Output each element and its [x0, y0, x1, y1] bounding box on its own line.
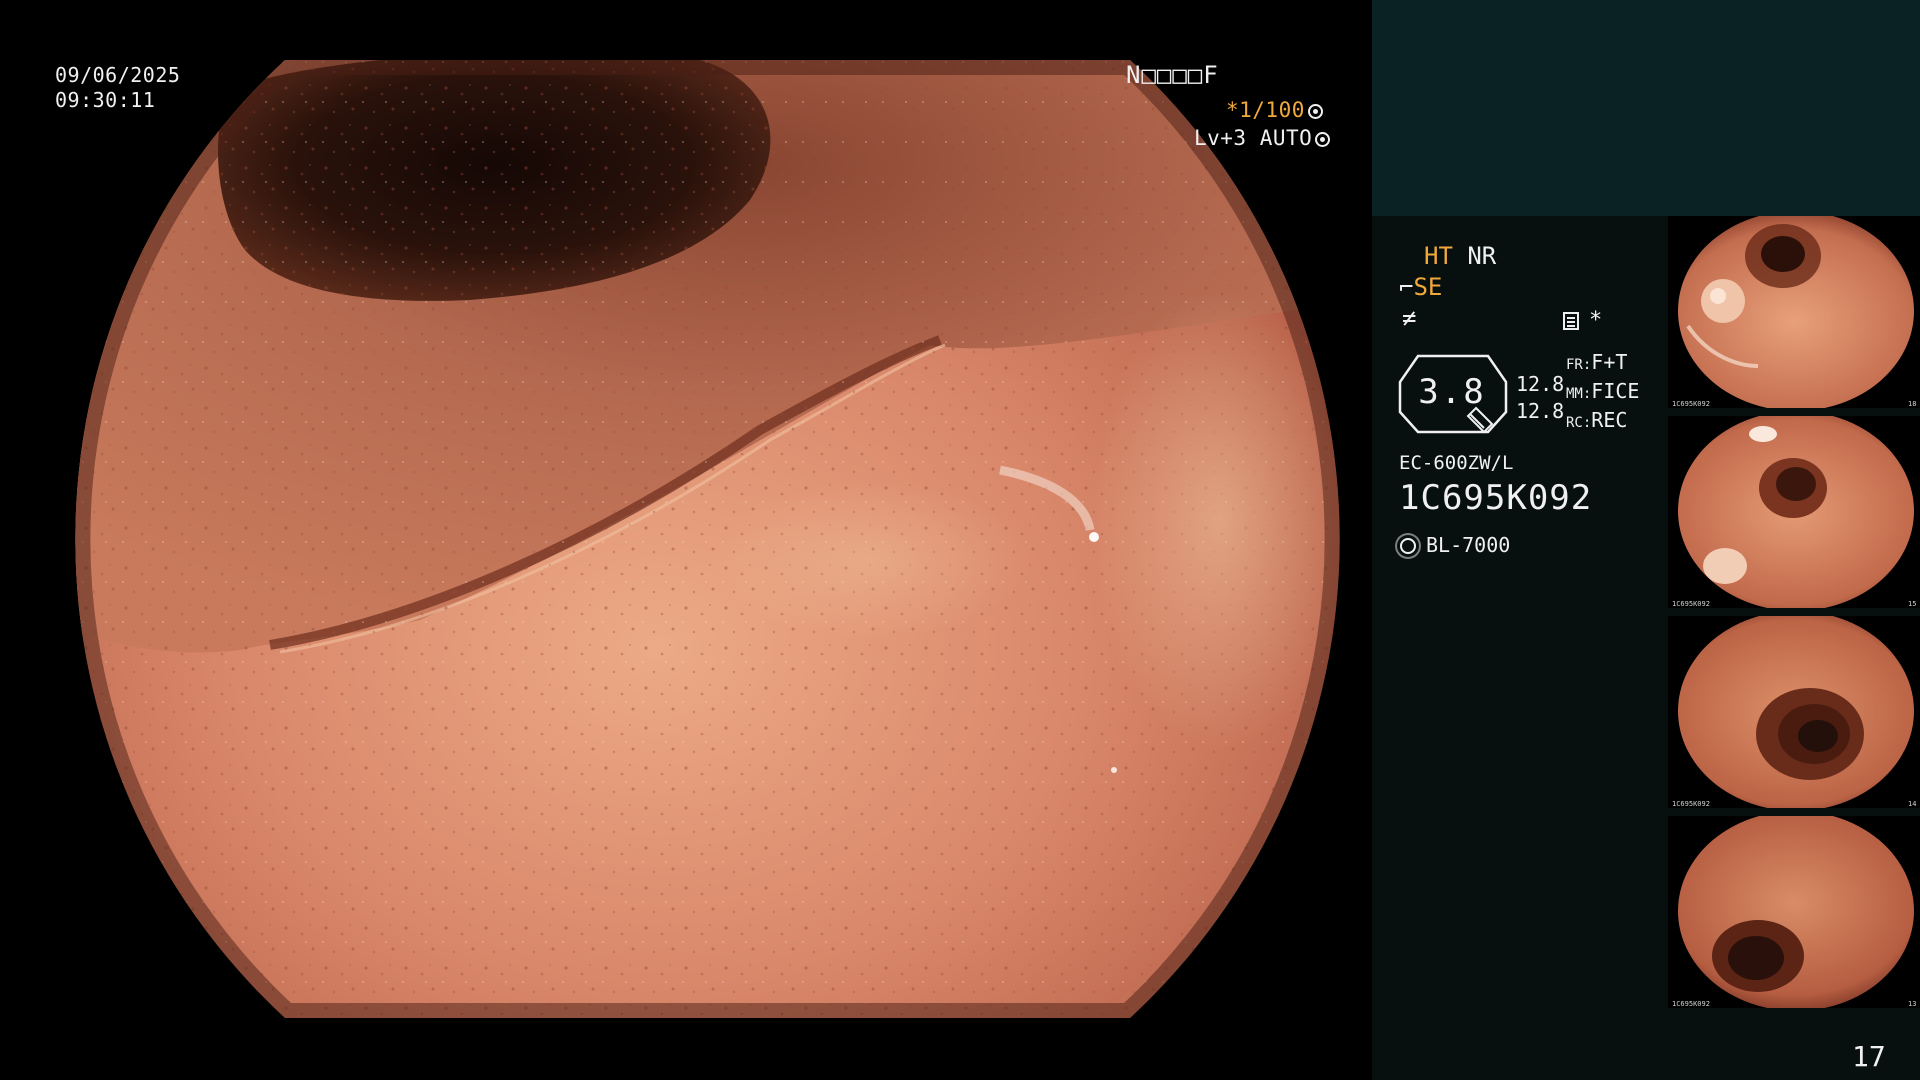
light-source-label: BL-7000 — [1426, 533, 1511, 557]
se-label: SE — [1413, 273, 1443, 301]
thumbnail-image — [1678, 816, 1914, 1008]
param-row-mm: MM:FICE — [1566, 378, 1639, 407]
zoom-badge: 3.8 — [1398, 352, 1508, 436]
thumbnail-index: 14 — [1908, 800, 1917, 808]
thumbnail[interactable]: 1C695K092 18 — [1668, 216, 1920, 408]
thumbnail[interactable]: 1C695K092 15 — [1668, 416, 1920, 608]
date-time-display: 09/06/2025 09:30:11 — [55, 63, 180, 113]
thumbnail-serial: 1C695K092 — [1672, 1000, 1710, 1008]
param-value: FICE — [1591, 379, 1640, 403]
star-icon: * — [1589, 308, 1603, 333]
thumbnail-index: 18 — [1908, 400, 1917, 408]
thumbnail-image — [1678, 616, 1914, 808]
ht-label: HT — [1424, 242, 1453, 270]
enhancement-mode: HT NR — [1424, 242, 1496, 270]
page-number: 17 — [1852, 1040, 1886, 1073]
thumbnail[interactable]: 1C695K092 13 — [1668, 816, 1920, 1008]
exam-date: 09/06/2025 — [55, 63, 181, 87]
thumbnail-serial: 1C695K092 — [1672, 800, 1710, 808]
iris-icon — [1315, 132, 1331, 147]
zoom-number: 12.8 — [1516, 372, 1565, 396]
thumbnail-image — [1678, 216, 1914, 408]
thumbnail-serial: 1C695K092 — [1672, 400, 1710, 408]
shutter-icon — [1307, 104, 1323, 119]
scope-serial: 1C695K092 — [1399, 478, 1593, 518]
nr-label: NR — [1467, 242, 1497, 270]
param-value: REC — [1591, 408, 1628, 432]
endoscopic-image — [75, 60, 1340, 1018]
shutter-speed: *1/100 — [1226, 98, 1323, 123]
endoscopy-screen: 09/06/2025 09:30:11 N□□□□F *1/100 Lv+3 A… — [0, 0, 1920, 1080]
light-source: BL-7000 — [1400, 533, 1510, 557]
list-icon — [1563, 312, 1579, 330]
level-value: Lv+3 AUTO — [1194, 126, 1313, 150]
scope-info: HT NR ⌐SE ≠ * 3.8 12.8 12.8 FR:F+T MM:FI… — [1372, 216, 1668, 1080]
exam-time: 09:30:11 — [55, 88, 156, 112]
thumbnail-index: 13 — [1908, 1000, 1917, 1008]
param-value: F+T — [1591, 350, 1628, 374]
f-mode-icon: ≠ — [1402, 304, 1417, 332]
mode-params: FR:F+T MM:FICE RC:REC — [1566, 349, 1639, 436]
zoom-numbers: 12.8 12.8 — [1516, 371, 1564, 425]
param-row-fr: FR:F+T — [1566, 349, 1639, 378]
param-key: FR: — [1566, 357, 1592, 373]
endoscope-live-view: 09/06/2025 09:30:11 N□□□□F *1/100 Lv+3 A… — [0, 0, 1372, 1080]
param-key: MM: — [1566, 386, 1592, 402]
scope-model: EC-600ZW/L — [1399, 452, 1514, 474]
patient-id: N□□□□F — [1126, 61, 1219, 89]
structure-enhancement: ⌐SE — [1399, 273, 1442, 301]
shutter-value: *1/100 — [1226, 98, 1305, 122]
thumbnail-serial: 1C695K092 — [1672, 600, 1710, 608]
capture-thumbnails: 1C695K092 18 1C695K092 15 1C695K092 14 1… — [1668, 216, 1920, 1016]
side-info-panel: HT NR ⌐SE ≠ * 3.8 12.8 12.8 FR:F+T MM:FI… — [1372, 0, 1920, 1080]
param-key: RC: — [1566, 415, 1592, 431]
thumbnail[interactable]: 1C695K092 14 — [1668, 616, 1920, 808]
se-icon: ⌐ — [1399, 273, 1414, 301]
param-row-rc: RC:REC — [1566, 407, 1639, 436]
record-status: * — [1563, 308, 1602, 333]
thumbnail-image — [1678, 416, 1914, 608]
light-source-icon — [1400, 538, 1416, 554]
brightness-level: Lv+3 AUTO — [1194, 126, 1331, 151]
thumbnail-index: 15 — [1908, 600, 1917, 608]
panel-header-block — [1372, 0, 1920, 216]
zoom-value: 3.8 — [1418, 372, 1486, 412]
zoom-number: 12.8 — [1516, 399, 1565, 423]
